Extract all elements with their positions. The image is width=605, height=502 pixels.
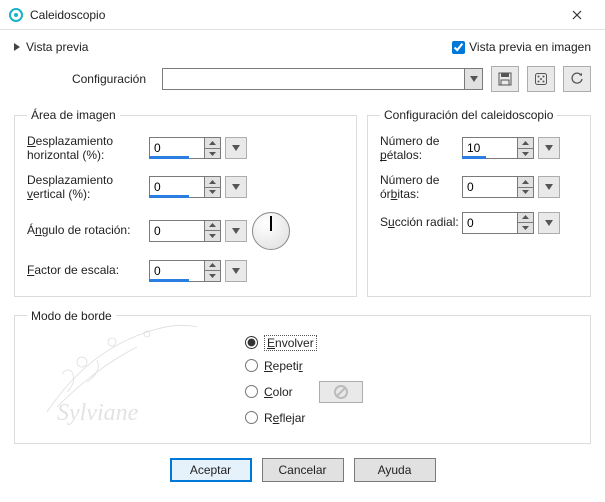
desp-h-input[interactable]: [150, 138, 204, 158]
desp-h-label: Desplazamiento horizontal (%):: [27, 134, 149, 163]
reflejar-label[interactable]: Reflejar: [264, 411, 305, 425]
desp-v-label: Desplazamiento vertical (%):: [27, 173, 149, 202]
window-title: Caleidoscopio: [30, 8, 557, 22]
rotation-dial[interactable]: [252, 212, 290, 250]
angulo-spinner[interactable]: [149, 220, 221, 242]
vista-previa-imagen-input[interactable]: [452, 41, 465, 54]
petalos-input[interactable]: [463, 138, 517, 158]
succion-slider-button[interactable]: [538, 212, 560, 234]
dropdown-arrow-icon[interactable]: [464, 69, 482, 89]
color-radio[interactable]: [245, 385, 258, 398]
desp-h-slider-button[interactable]: [225, 137, 247, 159]
color-label[interactable]: Color: [264, 385, 293, 399]
config-select[interactable]: [162, 68, 483, 90]
random-button[interactable]: [527, 66, 555, 92]
config-input[interactable]: [163, 69, 464, 89]
save-preset-button[interactable]: [491, 66, 519, 92]
spin-down-icon[interactable]: [205, 149, 220, 159]
reflejar-radio[interactable]: [245, 411, 258, 424]
reset-button[interactable]: [563, 66, 591, 92]
petalos-slider-button[interactable]: [538, 137, 560, 159]
desp-v-input[interactable]: [150, 177, 204, 197]
orbitas-label: Número de órbitas:: [380, 173, 462, 202]
succion-spinner[interactable]: [462, 212, 534, 234]
watermark-decoration: Sylviane: [27, 312, 217, 435]
app-icon: [8, 7, 24, 23]
factor-input[interactable]: [150, 261, 204, 281]
orbitas-input[interactable]: [463, 177, 517, 197]
factor-label: Factor de escala:: [27, 263, 149, 277]
close-button[interactable]: [557, 1, 597, 29]
succion-input[interactable]: [463, 213, 517, 233]
petalos-label: Número de pétalos:: [380, 134, 462, 163]
angulo-input[interactable]: [150, 221, 204, 241]
spin-up-icon[interactable]: [205, 138, 220, 149]
expand-icon: [14, 43, 20, 51]
vista-previa-imagen-checkbox[interactable]: Vista previa en imagen: [452, 40, 591, 54]
border-mode-group: Modo de borde Sylviane Envolver: [14, 309, 591, 444]
aceptar-button[interactable]: Aceptar: [170, 458, 252, 482]
svg-text:Sylviane: Sylviane: [57, 400, 139, 426]
factor-slider-button[interactable]: [225, 260, 247, 282]
vista-previa-imagen-label: Vista previa en imagen: [469, 40, 591, 54]
caleido-config-group: Configuración del caleidoscopio Número d…: [367, 108, 591, 297]
area-imagen-legend: Área de imagen: [27, 108, 120, 122]
orbitas-slider-button[interactable]: [538, 176, 560, 198]
orbitas-spinner[interactable]: [462, 176, 534, 198]
color-swatch-button[interactable]: [319, 381, 363, 403]
envolver-label[interactable]: Envolver: [264, 335, 317, 351]
titlebar: Caleidoscopio: [0, 0, 605, 30]
caleido-legend: Configuración del caleidoscopio: [380, 108, 557, 122]
vista-previa-toggle[interactable]: Vista previa: [14, 40, 88, 54]
vista-previa-label: Vista previa: [26, 40, 88, 54]
angulo-label: Ángulo de rotación:: [27, 223, 149, 237]
repetir-radio[interactable]: [245, 359, 258, 372]
cancelar-button[interactable]: Cancelar: [262, 458, 344, 482]
ayuda-button[interactable]: Ayuda: [354, 458, 436, 482]
desp-v-slider-button[interactable]: [225, 176, 247, 198]
config-label: Configuración: [14, 72, 154, 86]
repetir-label[interactable]: Repetir: [264, 359, 303, 373]
succion-label: Succión radial:: [380, 215, 462, 229]
envolver-radio[interactable]: [245, 336, 258, 349]
angulo-slider-button[interactable]: [225, 220, 247, 242]
area-imagen-group: Área de imagen Desplazamiento horizontal…: [14, 108, 357, 297]
border-mode-legend: Modo de borde: [27, 309, 116, 323]
